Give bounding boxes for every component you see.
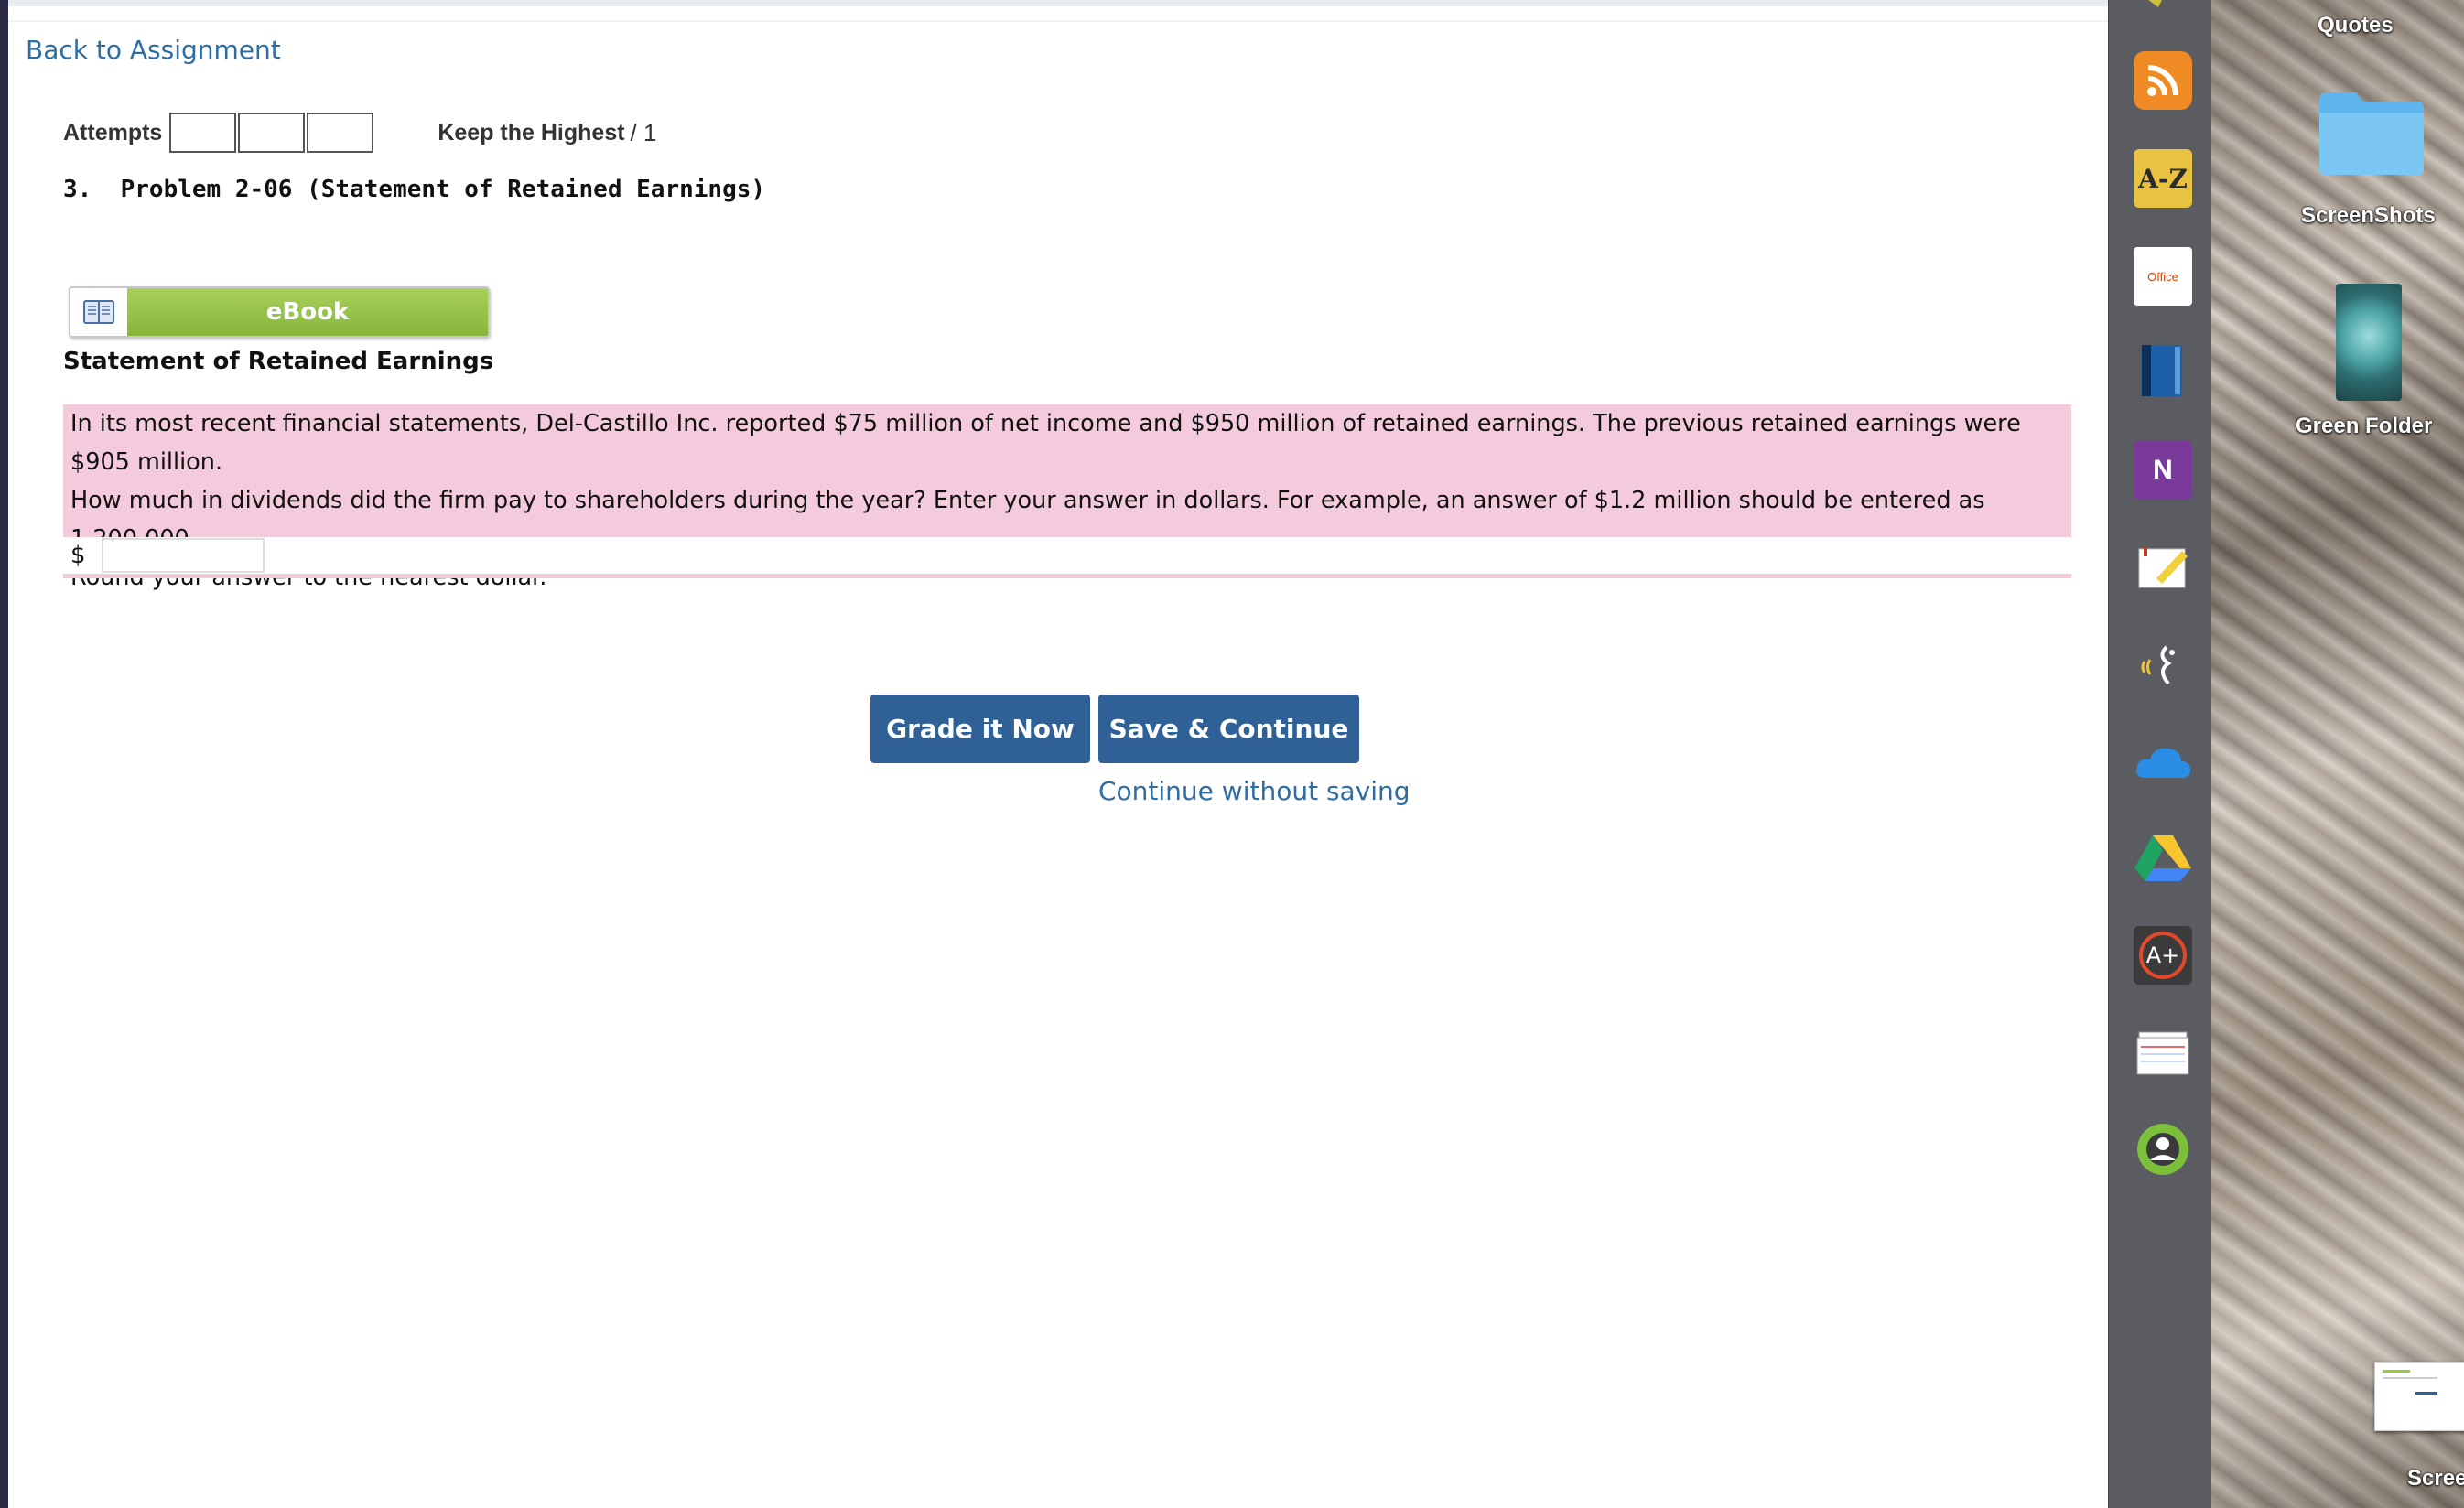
voice-icon[interactable]	[2134, 636, 2192, 695]
attempt-boxes	[169, 113, 375, 153]
a-z-text: A-Z	[2138, 163, 2188, 194]
screenshot-file-label[interactable]: Screensh	[2407, 1466, 2464, 1492]
green-folder-label[interactable]: Green Folder	[2296, 414, 2432, 439]
grade-it-now-button[interactable]: Grade it Now	[870, 695, 1090, 763]
dock: A-Z Office N A+	[2108, 0, 2212, 1508]
attempts-label: Attempts	[63, 119, 163, 145]
attempts-row: Attempts Keep the Highest / 1	[63, 110, 656, 156]
ebook-label: eBook	[127, 288, 488, 336]
attempt-box-3	[307, 113, 374, 153]
attempt-box-1	[169, 113, 237, 153]
google-drive-icon[interactable]	[2134, 828, 2192, 887]
continue-without-saving-link[interactable]: Continue without saving	[1098, 776, 1410, 806]
aplus-text: A+	[2145, 942, 2180, 968]
dollar-prefix: $	[70, 542, 86, 569]
onedrive-cloud-icon[interactable]	[2134, 732, 2192, 791]
section-heading: Statement of Retained Earnings	[63, 348, 494, 375]
problem-title: 3. Problem 2-06 (Statement of Retained E…	[63, 176, 765, 203]
folder-icon[interactable]	[2316, 87, 2427, 178]
score-total: / 1	[630, 118, 657, 146]
top-divider	[8, 0, 2108, 6]
a-z-dictionary-icon[interactable]: A-Z	[2134, 149, 2192, 208]
partial-dock-icon[interactable]	[2136, 0, 2173, 11]
quotes-folder-label[interactable]: Quotes	[2318, 13, 2394, 38]
screenshot-thumbnail[interactable]	[2374, 1362, 2464, 1431]
window-left-edge	[0, 0, 8, 1508]
back-to-assignment-link[interactable]: Back to Assignment	[26, 35, 281, 65]
grade-aplus-icon[interactable]: A+	[2134, 926, 2192, 985]
green-folder-rose-icon[interactable]	[2336, 284, 2402, 401]
open-book-icon	[70, 288, 127, 336]
onenote-text: N	[2153, 455, 2173, 485]
notes-pencil-icon[interactable]	[2134, 538, 2192, 597]
office-icon[interactable]: Office	[2134, 247, 2192, 306]
attempt-box-2	[238, 113, 306, 153]
answer-input[interactable]	[102, 538, 265, 573]
question-line-1: In its most recent financial statements,…	[70, 410, 2021, 476]
answer-row: $	[63, 537, 2071, 578]
rss-icon[interactable]	[2134, 51, 2192, 110]
onenote-icon[interactable]: N	[2134, 441, 2192, 500]
ebook-button[interactable]: eBook	[69, 286, 490, 338]
circle-app-icon[interactable]	[2134, 1120, 2192, 1179]
index-cards-icon[interactable]	[2134, 1023, 2192, 1082]
problem-number: 3.	[63, 176, 92, 203]
top-divider-secondary	[8, 20, 2108, 22]
ibooks-icon[interactable]	[2134, 340, 2192, 399]
screenshots-folder-label[interactable]: ScreenShots	[2301, 203, 2436, 229]
desktop-area: Quotes ScreenShots Green Folder Screensh	[2211, 0, 2464, 1508]
problem-title-text: Problem 2-06 (Statement of Retained Earn…	[120, 176, 766, 203]
assignment-page: Back to Assignment Attempts Keep the Hig…	[8, 0, 2108, 1508]
keep-highest-label: Keep the Highest	[438, 119, 625, 145]
save-and-continue-button[interactable]: Save & Continue	[1098, 695, 1359, 763]
office-text: Office	[2147, 269, 2178, 284]
question-block: In its most recent financial statements,…	[63, 404, 2071, 591]
